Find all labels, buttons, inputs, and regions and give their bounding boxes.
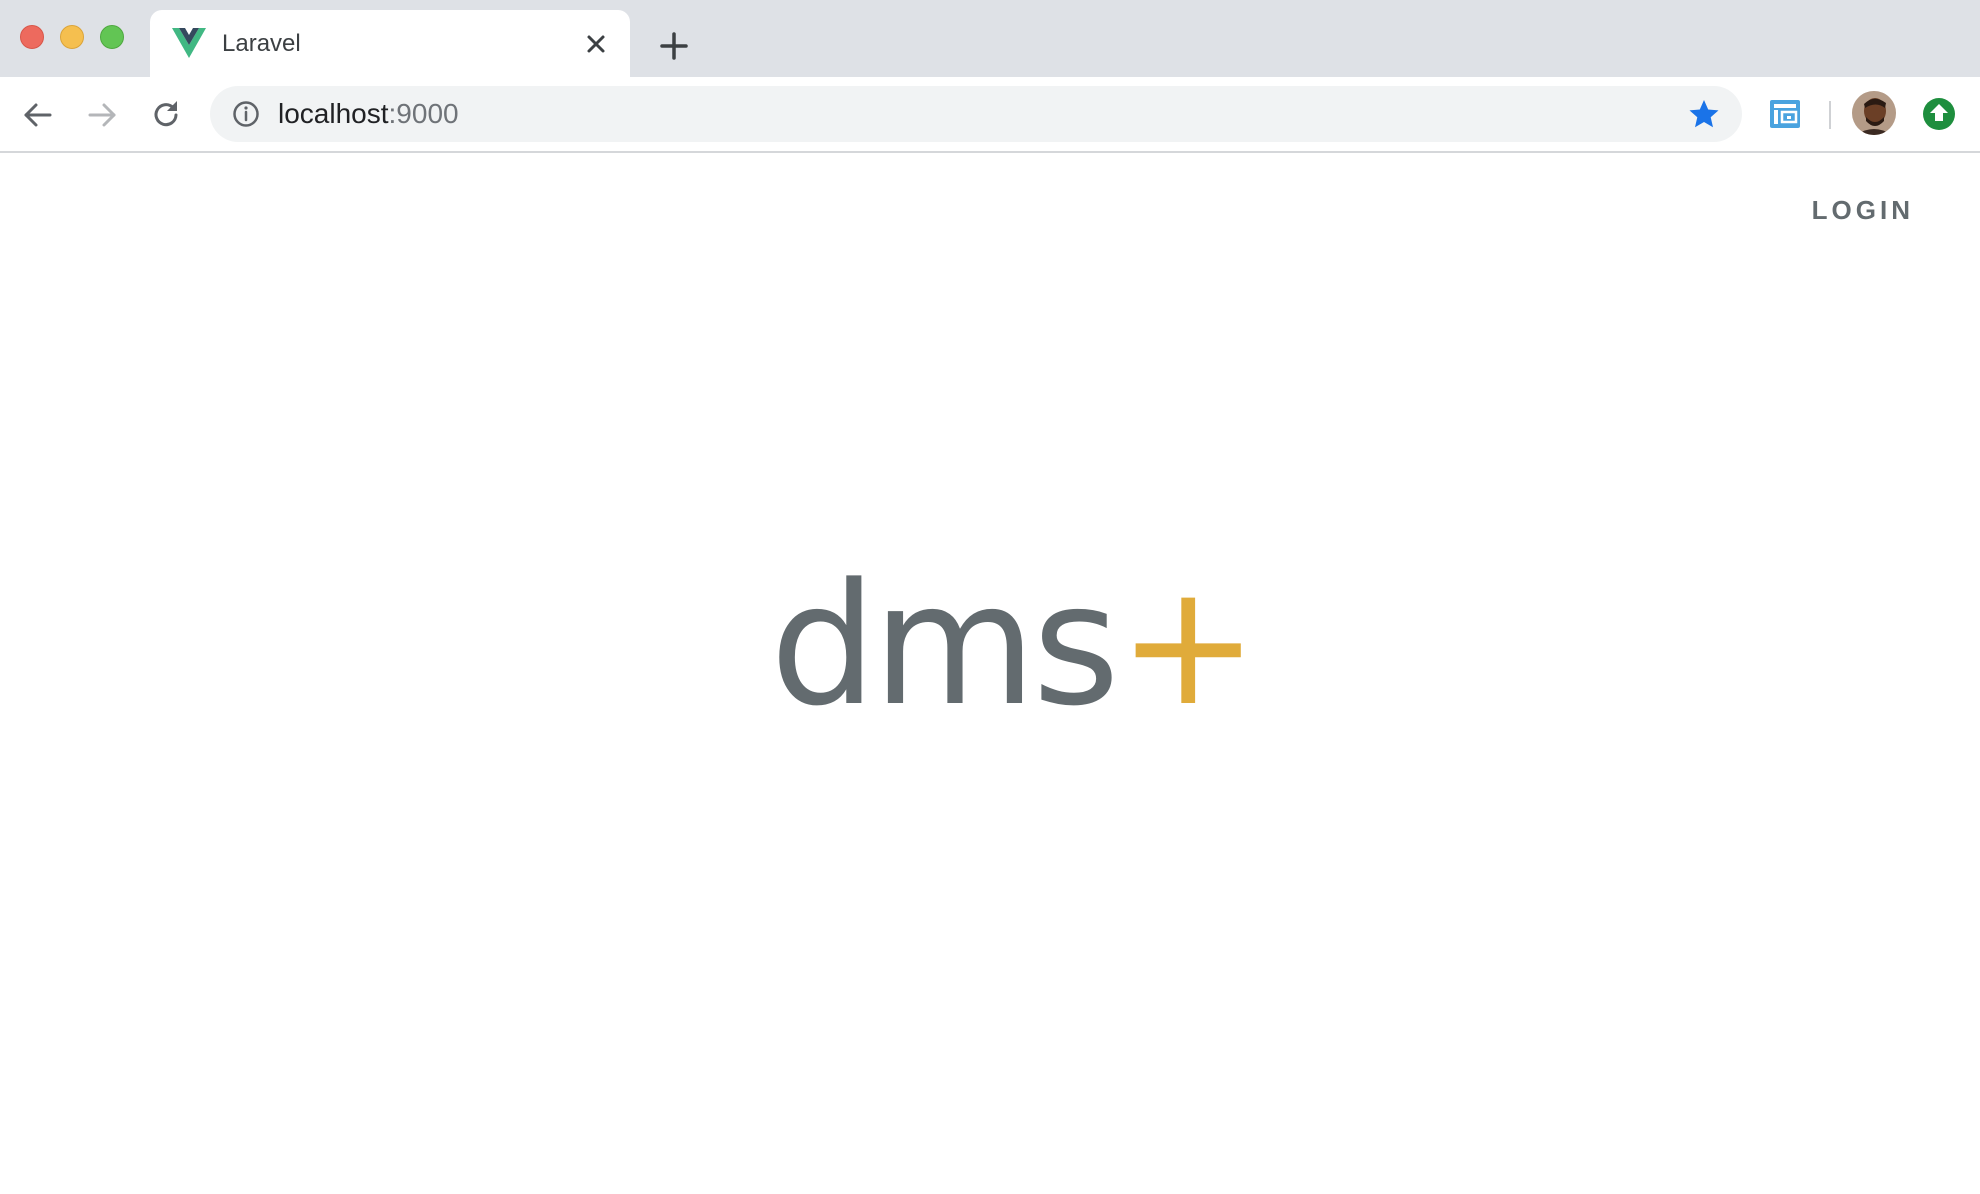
forward-arrow-icon[interactable] — [84, 97, 120, 133]
bookmark-star-icon[interactable] — [1688, 98, 1720, 130]
reload-icon[interactable] — [148, 97, 184, 133]
url-text: localhost:9000 — [278, 98, 459, 130]
browser-tab[interactable]: Laravel — [150, 10, 630, 77]
tab-close-icon[interactable] — [582, 30, 610, 58]
tab-strip: Laravel — [0, 0, 1980, 77]
page-content: LOGIN dms + — [0, 153, 1980, 1194]
update-arrow-icon[interactable] — [1922, 97, 1956, 131]
window-maximize-button[interactable] — [100, 25, 124, 49]
vue-logo-icon — [172, 28, 206, 58]
back-arrow-icon[interactable] — [20, 97, 56, 133]
extension-icon[interactable] — [1768, 97, 1802, 131]
browser-window: Laravel localhost:9000 LOGIN dms + — [0, 0, 1980, 1194]
app-logo: dms + — [770, 547, 1259, 743]
url-host: localhost — [278, 98, 389, 129]
site-info-icon[interactable] — [232, 100, 260, 128]
toolbar-divider — [1829, 101, 1831, 129]
new-tab-icon[interactable] — [656, 28, 692, 64]
tab-title: Laravel — [222, 30, 301, 57]
window-close-button[interactable] — [20, 25, 44, 49]
window-minimize-button[interactable] — [60, 25, 84, 49]
logo-text: dms — [770, 547, 1120, 743]
profile-avatar[interactable] — [1852, 91, 1896, 135]
browser-toolbar: localhost:9000 — [0, 77, 1980, 153]
login-link[interactable]: LOGIN — [1812, 195, 1914, 226]
logo-accent: + — [1117, 547, 1259, 743]
url-port: :9000 — [388, 98, 459, 129]
address-bar[interactable]: localhost:9000 — [210, 86, 1742, 142]
